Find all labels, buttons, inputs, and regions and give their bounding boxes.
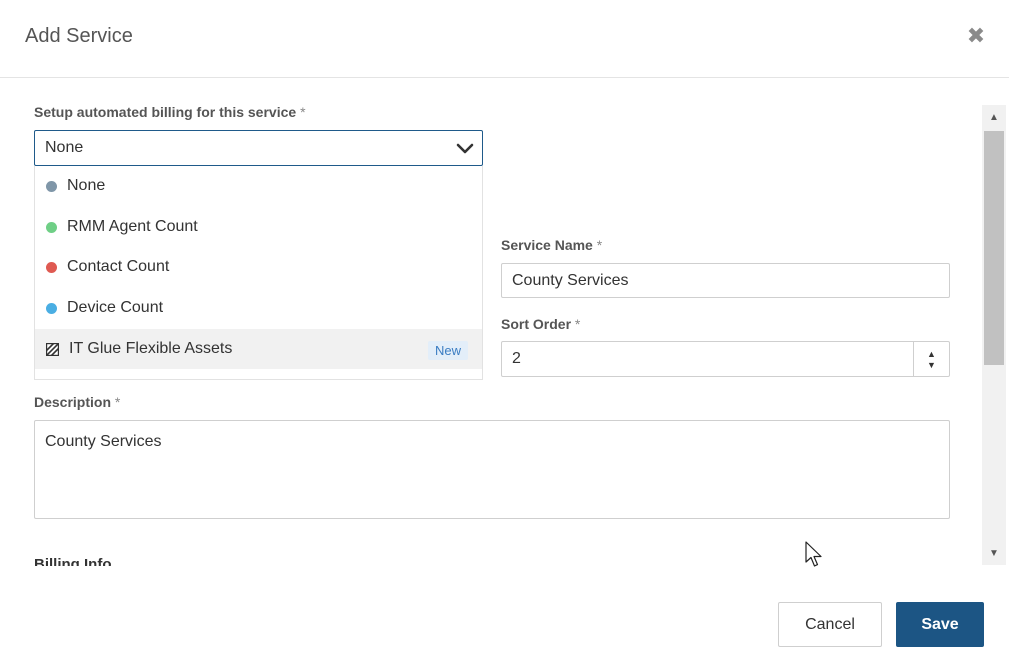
option-label: RMM Agent Count [67,218,198,235]
service-name-label: Service Name * [501,237,602,253]
billing-select-value: None [45,139,84,156]
status-dot-icon [46,180,57,192]
dropdown-option-device-count[interactable]: Device Count [35,288,482,328]
billing-dropdown-menu: None RMM Agent Count Contact Count Devic… [34,166,483,380]
description-label-text: Description [34,394,112,410]
cancel-button[interactable]: Cancel [778,602,882,647]
mouse-cursor-icon [805,541,822,567]
scroll-up-icon[interactable]: ▲ [982,105,1006,129]
service-name-input[interactable]: County Services [501,263,950,298]
required-mark: * [114,394,121,410]
option-label: None [67,177,106,194]
stepper-up-icon[interactable]: ▲ [927,349,936,360]
option-label: IT Glue Flexible Assets [69,340,233,357]
billing-label: Setup automated billing for this service… [34,104,306,120]
service-name-label-text: Service Name [501,237,593,253]
description-value: County Services [45,433,162,450]
description-label: Description * [34,394,120,410]
sort-order-stepper[interactable]: ▲ ▼ [913,342,949,377]
sort-order-label: Sort Order * [501,316,580,332]
status-dot-icon [46,221,57,233]
dropdown-option-none[interactable]: None [35,166,482,206]
it-glue-icon [46,342,59,356]
required-mark: * [574,316,581,332]
option-label: Device Count [67,299,164,316]
billing-select[interactable]: None [34,130,483,166]
scroll-down-icon[interactable]: ▼ [982,541,1006,565]
save-button[interactable]: Save [896,602,984,647]
modal-header: Add Service ✖ [0,0,1009,78]
service-name-value: County Services [512,272,629,289]
modal-title: Add Service [25,25,133,47]
close-icon[interactable]: ✖ [964,23,988,48]
sort-order-input[interactable]: 2 [501,341,950,377]
option-label: Contact Count [67,258,170,275]
status-dot-icon [46,261,57,273]
sort-order-label-text: Sort Order [501,316,572,332]
scrollbar-thumb[interactable] [984,131,1004,365]
description-textarea[interactable]: County Services [34,420,950,519]
billing-label-text: Setup automated billing for this service [34,104,297,120]
required-mark: * [596,237,603,253]
dropdown-option-contact-count[interactable]: Contact Count [35,247,482,287]
status-dot-icon [46,302,57,314]
stepper-down-icon[interactable]: ▼ [927,360,936,371]
dropdown-option-it-glue-flexible-assets[interactable]: IT Glue Flexible Assets New [35,329,482,369]
new-badge: New [427,341,468,360]
modal-body[interactable]: Setup automated billing for this service… [0,79,1009,566]
sort-order-value: 2 [512,350,521,367]
chevron-down-icon [456,143,474,154]
required-mark: * [300,104,306,120]
billing-info-heading: Billing Info [34,556,112,566]
scrollbar[interactable]: ▲ ▼ [982,105,1006,565]
dropdown-option-rmm-agent-count[interactable]: RMM Agent Count [35,207,482,247]
